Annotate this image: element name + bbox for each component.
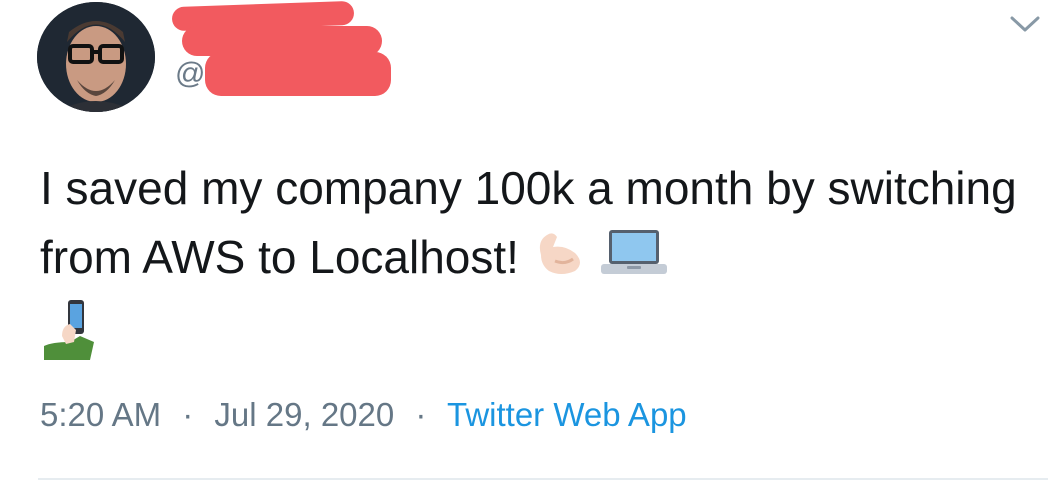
avatar[interactable]: [37, 2, 155, 112]
tweet-text-body: I saved my company 100k a month by switc…: [40, 162, 1017, 283]
handle-at: @: [175, 57, 206, 90]
selfie-phone-icon: [40, 296, 98, 381]
separator-dot: ·: [415, 396, 427, 433]
divider: [38, 478, 1048, 480]
laptop-icon: [600, 226, 667, 295]
flexed-biceps-icon: [531, 225, 589, 296]
tweet-meta: 5:20 AM · Jul 29, 2020 · Twitter Web App: [40, 396, 687, 434]
tweet-date[interactable]: Jul 29, 2020: [214, 396, 394, 433]
tweet: @ I saved my company 100k a month by swi…: [0, 0, 1059, 486]
chevron-down-icon[interactable]: [1008, 8, 1042, 38]
separator-dot: ·: [182, 396, 194, 433]
tweet-time: 5:20 AM: [40, 396, 162, 433]
tweet-text: I saved my company 100k a month by switc…: [40, 154, 1030, 362]
tweet-source-link[interactable]: Twitter Web App: [447, 396, 687, 433]
avatar-photo: [37, 2, 155, 112]
redacted-handle: [205, 52, 391, 96]
